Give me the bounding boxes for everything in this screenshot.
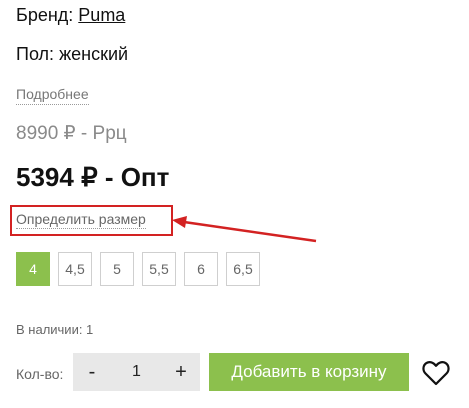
size-option[interactable]: 6: [184, 252, 218, 286]
gender-value: женский: [59, 44, 129, 64]
determine-size-link[interactable]: Определить размер: [16, 211, 146, 229]
stock-status: В наличии: 1: [16, 322, 94, 337]
more-details-link[interactable]: Подробнее: [16, 85, 89, 105]
quantity-label: Кол-во:: [16, 366, 64, 382]
brand-link[interactable]: Puma: [78, 5, 125, 25]
quantity-stepper: - 1 +: [73, 353, 200, 391]
quantity-input[interactable]: 1: [117, 363, 157, 381]
increase-button[interactable]: +: [168, 361, 194, 384]
opt-price: 5394 ₽ - Опт: [16, 162, 170, 192]
decrease-button[interactable]: -: [79, 361, 105, 384]
arrow-icon: [172, 216, 317, 243]
size-option[interactable]: 5: [100, 252, 134, 286]
size-option[interactable]: 4: [16, 252, 50, 286]
add-to-cart-button[interactable]: Добавить в корзину: [209, 353, 409, 391]
gender-row: Пол: женский: [16, 42, 128, 66]
size-option[interactable]: 4,5: [58, 252, 92, 286]
brand-label: Бренд:: [16, 5, 74, 25]
rrc-price: 8990 ₽ - Ррц: [16, 123, 127, 144]
heart-icon[interactable]: [422, 360, 450, 386]
gender-label: Пол:: [16, 44, 55, 64]
size-selector: 4 4,5 5 5,5 6 6,5: [16, 252, 260, 286]
size-option[interactable]: 6,5: [226, 252, 260, 286]
size-option[interactable]: 5,5: [142, 252, 176, 286]
brand-row: Бренд: Puma: [16, 3, 125, 27]
